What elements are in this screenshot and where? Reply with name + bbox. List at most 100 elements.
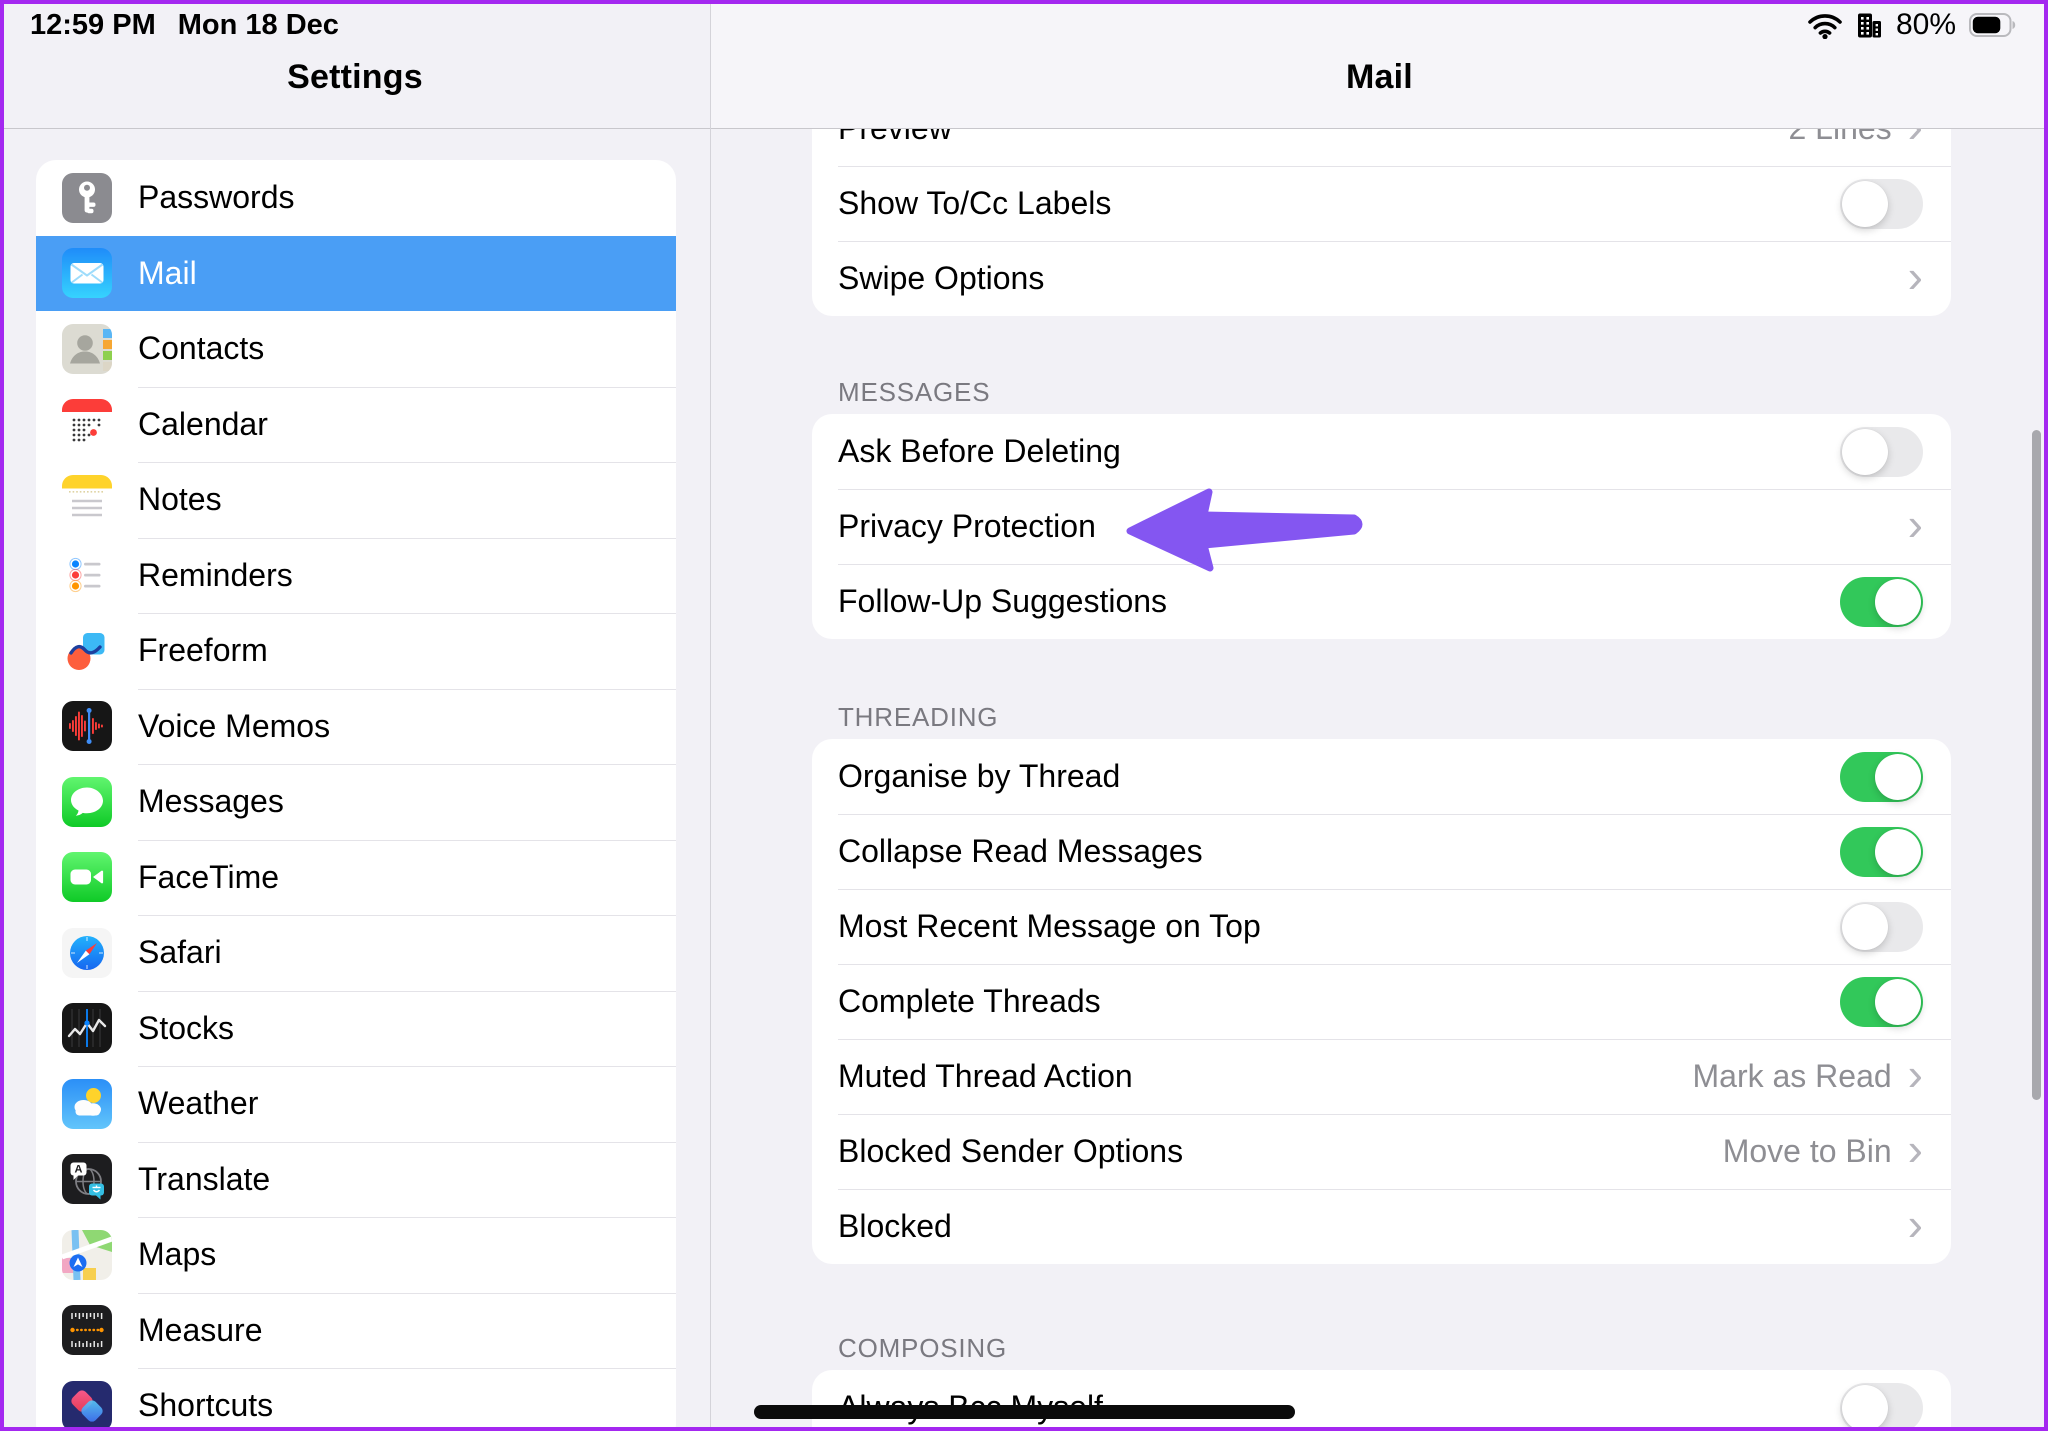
- row-separator: [138, 613, 676, 614]
- row-complete-threads[interactable]: Complete Threads: [812, 964, 1951, 1039]
- settings-card: Organise by Thread Collapse Read Messages…: [812, 739, 1951, 1264]
- row-blocked-sender-options[interactable]: Blocked Sender Options Move to Bin ›: [812, 1114, 1951, 1189]
- status-bar-left: 12:59 PM Mon 18 Dec: [30, 9, 339, 42]
- row-organise-by-thread[interactable]: Organise by Thread: [812, 739, 1951, 814]
- row-label: Show To/Cc Labels: [838, 185, 1112, 221]
- sidebar-title: Settings: [287, 58, 423, 96]
- chevron-right-icon: ›: [1907, 497, 1923, 550]
- toggle-knob: [1842, 903, 1888, 950]
- sidebar-item-label: Reminders: [138, 556, 293, 593]
- row-label: Organise by Thread: [838, 758, 1121, 794]
- section-header-composing: COMPOSING: [838, 1333, 1007, 1363]
- row-separator: [138, 1217, 676, 1218]
- row-separator: [138, 1292, 676, 1294]
- row-show-to-cc-labels[interactable]: Show To/Cc Labels: [812, 166, 1951, 241]
- wifi-icon: [1807, 12, 1843, 39]
- row-separator: [138, 1066, 676, 1067]
- voice-memos-icon: [62, 701, 112, 752]
- row-muted-thread-action[interactable]: Muted Thread Action Mark as Read ›: [812, 1039, 1951, 1114]
- sidebar-item-label: Calendar: [138, 405, 268, 442]
- collapse-read-messages-toggle[interactable]: [1840, 826, 1923, 877]
- ipad-settings-app: 12:59 PM Mon 18 Dec Settings Passwords Ma…: [0, 0, 2048, 1431]
- sidebar-item-label: Safari: [138, 934, 222, 971]
- row-label: Swipe Options: [838, 260, 1045, 296]
- sidebar-item-mail[interactable]: Mail: [36, 235, 676, 311]
- sidebar-item-translate[interactable]: A Translate: [36, 1141, 676, 1218]
- freeform-icon: [62, 625, 112, 676]
- row-value: Mark as Read: [1692, 1058, 1892, 1094]
- battery-percent: 80%: [1895, 8, 1956, 41]
- sidebar-item-voice-memos[interactable]: Voice Memos: [36, 688, 676, 765]
- row-always-bcc-myself[interactable]: Always Bcc Myself: [812, 1370, 1951, 1431]
- ask-before-deleting-toggle[interactable]: [1840, 426, 1923, 477]
- always-bcc-myself-toggle[interactable]: [1840, 1382, 1923, 1431]
- scrollbar[interactable]: [2032, 430, 2041, 1100]
- messages-icon: [62, 776, 112, 827]
- mail-header: 80% Mail: [711, 0, 2048, 129]
- sidebar-header: 12:59 PM Mon 18 Dec Settings: [0, 0, 710, 129]
- sidebar-item-label: Weather: [138, 1085, 259, 1122]
- complete-threads-toggle[interactable]: [1840, 976, 1923, 1027]
- row-separator: [138, 688, 676, 690]
- sidebar-item-maps[interactable]: Maps: [36, 1217, 676, 1293]
- mail-icon: [62, 248, 112, 299]
- status-bar-right: 80%: [1807, 8, 2016, 42]
- sidebar-item-label: FaceTime: [138, 858, 280, 895]
- stocks-icon: [62, 1003, 112, 1054]
- row-separator: [138, 386, 676, 388]
- sidebar-item-shortcuts[interactable]: Shortcuts: [36, 1368, 676, 1431]
- sidebar-item-contacts[interactable]: Contacts: [36, 311, 676, 387]
- row-label: Most Recent Message on Top: [838, 908, 1261, 944]
- sidebar-item-measure[interactable]: Measure: [36, 1292, 676, 1369]
- row-ask-before-deleting[interactable]: Ask Before Deleting: [812, 414, 1951, 489]
- row-collapse-read-messages[interactable]: Collapse Read Messages: [812, 814, 1951, 889]
- sidebar-item-passwords[interactable]: Passwords: [36, 160, 676, 236]
- row-separator: [138, 915, 676, 916]
- sidebar-item-messages[interactable]: Messages: [36, 764, 676, 840]
- sidebar-item-safari[interactable]: Safari: [36, 915, 676, 991]
- row-label: Ask Before Deleting: [838, 433, 1121, 469]
- sidebar-item-facetime[interactable]: FaceTime: [36, 839, 676, 916]
- sidebar-item-label: Messages: [138, 783, 284, 820]
- row-most-recent-message-on-top[interactable]: Most Recent Message on Top: [812, 889, 1951, 964]
- organise-by-thread-toggle[interactable]: [1840, 751, 1923, 802]
- row-separator: [838, 1114, 1951, 1115]
- purple-arrow-annotation: [1124, 484, 1372, 576]
- maps-icon: [62, 1229, 112, 1280]
- sidebar-item-label: Notes: [138, 481, 222, 518]
- sidebar-item-weather[interactable]: Weather: [36, 1066, 676, 1142]
- sidebar-item-notes[interactable]: Notes: [36, 462, 676, 538]
- weather-icon: [62, 1078, 112, 1129]
- svg-text:A: A: [75, 1164, 83, 1176]
- measure-icon: [62, 1305, 112, 1356]
- row-separator: [138, 462, 676, 463]
- toggle-knob: [1875, 578, 1921, 625]
- most-recent-message-on-top-toggle[interactable]: [1840, 901, 1923, 952]
- sidebar-item-freeform[interactable]: Freeform: [36, 613, 676, 689]
- home-indicator[interactable]: [754, 1405, 1295, 1419]
- show-to-cc-labels-toggle[interactable]: [1840, 178, 1923, 229]
- row-privacy-protection[interactable]: Privacy Protection ›: [812, 489, 1951, 564]
- settings-card: Ask Before Deleting Privacy Protection › Fo…: [812, 414, 1951, 639]
- row-label: Blocked: [838, 1208, 952, 1244]
- passwords-icon: [62, 172, 112, 223]
- toggle-knob: [1842, 1384, 1888, 1431]
- pane-divider: [710, 0, 711, 1431]
- sidebar-item-label: Translate: [138, 1160, 271, 1197]
- contacts-icon: [62, 323, 112, 374]
- sidebar-item-label: Voice Memos: [138, 707, 331, 744]
- safari-icon: [62, 927, 112, 978]
- toggle-knob: [1842, 180, 1888, 227]
- row-blocked[interactable]: Blocked ›: [812, 1189, 1951, 1264]
- row-label: Privacy Protection: [838, 508, 1096, 544]
- sidebar-item-reminders[interactable]: Reminders: [36, 537, 676, 614]
- mail-settings-pane: Preview2 Lines›Show To/Cc LabelsSwipe Op…: [711, 0, 2048, 1431]
- sidebar-item-label: Contacts: [138, 330, 265, 367]
- row-separator: [138, 1368, 676, 1369]
- sidebar-item-calendar[interactable]: Calendar: [36, 386, 676, 463]
- shortcuts-icon: [62, 1380, 112, 1431]
- row-swipe-options[interactable]: Swipe Options ›: [812, 241, 1951, 316]
- sidebar-item-stocks[interactable]: Stocks: [36, 990, 676, 1067]
- row-follow-up-suggestions[interactable]: Follow-Up Suggestions: [812, 564, 1951, 639]
- follow-up-suggestions-toggle[interactable]: [1840, 576, 1923, 627]
